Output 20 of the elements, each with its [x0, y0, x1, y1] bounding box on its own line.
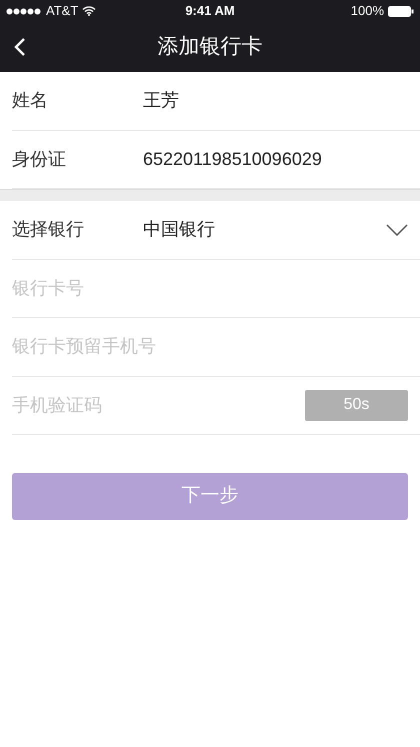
battery-icon — [388, 6, 414, 16]
input-field[interactable]: 手机验证码 — [12, 376, 305, 434]
input-field[interactable]: 银行卡预留手机号 — [12, 318, 420, 376]
field-value: 652201198510096029 — [143, 148, 323, 171]
battery-percent: 100% — [350, 2, 384, 20]
countdown-button[interactable]: 50s — [305, 390, 408, 421]
next-button[interactable]: 下一步 — [12, 473, 408, 520]
signal-icon — [6, 8, 42, 14]
wifi-icon — [82, 6, 96, 16]
input-field[interactable]: 银行卡号 — [12, 260, 420, 317]
bank-value: 中国银行 — [143, 218, 216, 242]
field-label: 姓名 — [12, 89, 49, 112]
field-label: 选择银行 — [12, 218, 85, 242]
back-icon — [14, 37, 26, 57]
carrier-name: AT&T — [46, 2, 78, 20]
chevron-down-icon[interactable] — [386, 224, 408, 236]
field-label: 身份证 — [12, 148, 67, 171]
field-value: 王芳 — [143, 89, 180, 112]
clock-time: 9:41 AM — [185, 2, 235, 20]
page-title: 添加银行卡 — [158, 34, 262, 60]
